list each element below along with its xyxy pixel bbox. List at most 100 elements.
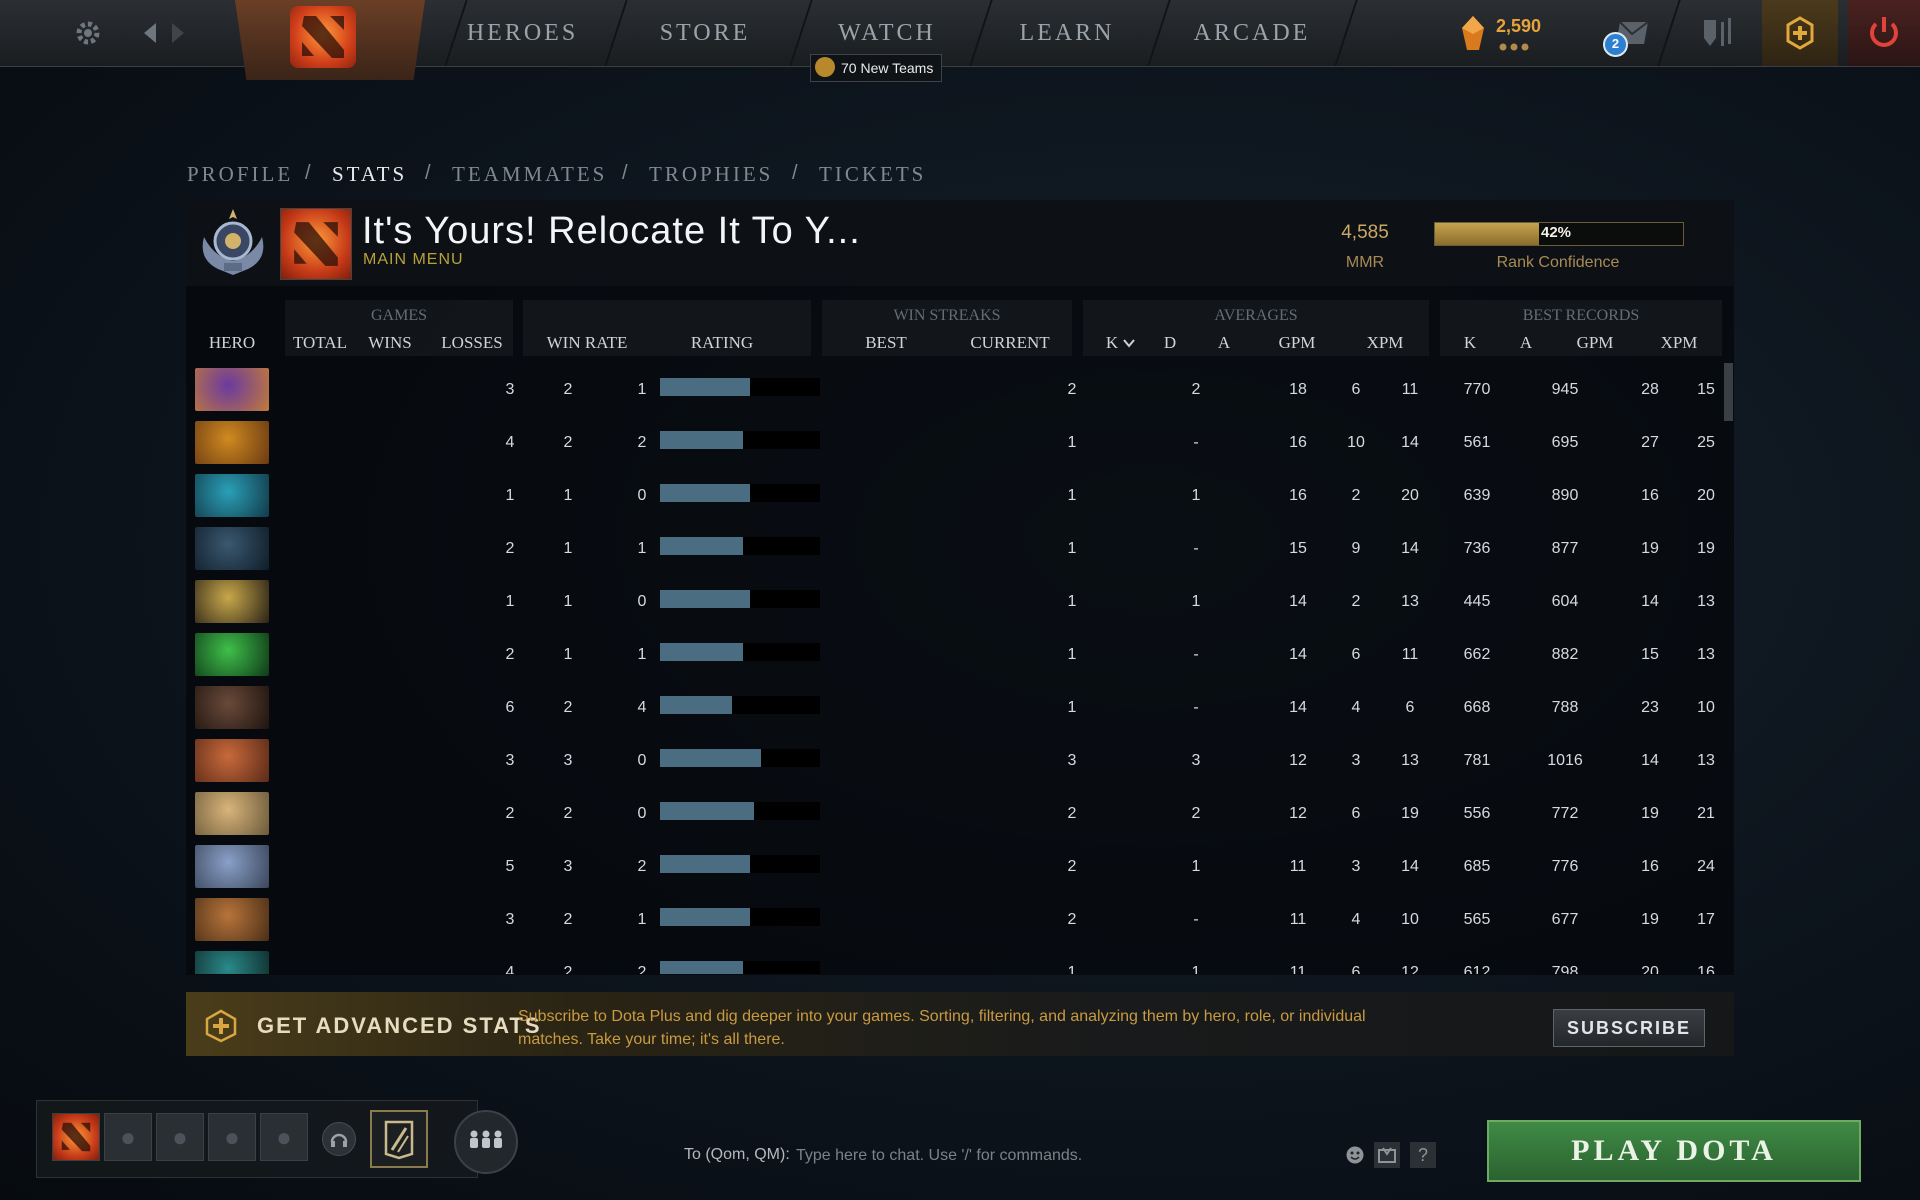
cell-wins: 1	[563, 540, 573, 557]
col-total[interactable]: TOTAL	[290, 333, 350, 353]
table-row[interactable]: 21150.0%1-159147368771919754915	[186, 522, 1734, 575]
table-row[interactable]: 110100.0%11142134456041413445604	[186, 575, 1734, 628]
hero-portrait[interactable]	[195, 527, 269, 570]
cell-xpm: 882	[1551, 646, 1579, 663]
table-row[interactable]: 42250.0%11116126127982016731829	[186, 946, 1734, 974]
col-avg-xpm[interactable]: XPM	[1360, 333, 1410, 353]
trophy-icon	[815, 57, 835, 77]
tab-tickets[interactable]: TICKETS	[819, 162, 926, 187]
headset-icon[interactable]	[322, 1122, 356, 1156]
table-row[interactable]: 220100.0%22126195567721921650939	[186, 787, 1734, 840]
table-row[interactable]: 62433.3%1-14466687882310774952	[186, 681, 1734, 734]
tab-stats[interactable]: STATS	[332, 162, 407, 187]
quit-tab[interactable]	[1848, 0, 1920, 66]
hero-portrait[interactable]	[195, 474, 269, 517]
hero-portrait[interactable]	[195, 368, 269, 411]
subscribe-button[interactable]: SUBSCRIBE	[1553, 1009, 1705, 1047]
chat-input[interactable]	[794, 1138, 1318, 1174]
cell-k: 16	[1289, 434, 1307, 451]
cell-xpm: 604	[1551, 593, 1579, 610]
mail-count-badge: 2	[1603, 32, 1628, 57]
party-slot-empty[interactable]: ●	[104, 1113, 152, 1161]
avatar[interactable]	[280, 208, 352, 280]
cell-ba: 24	[1697, 858, 1715, 875]
col-wins[interactable]: WINS	[360, 333, 420, 353]
sort-chevron-down-icon[interactable]	[1122, 336, 1136, 355]
tab-trophies[interactable]: TROPHIES	[649, 162, 773, 187]
tab-profile[interactable]: PROFILE	[187, 162, 293, 187]
chat-channels-icon[interactable]	[454, 1110, 518, 1174]
col-best-gpm[interactable]: GPM	[1570, 333, 1620, 353]
hero-portrait[interactable]	[195, 421, 269, 464]
news-badge[interactable]: 70 New Teams	[810, 54, 943, 82]
dota-plus-tab[interactable]	[1762, 0, 1838, 66]
party-slot-empty[interactable]: ●	[156, 1113, 204, 1161]
hero-stats-table[interactable]: 32166.7%221861177094528158561037 42250.0%…	[186, 363, 1734, 974]
table-row[interactable]: 330100.0%3312313781101614138071095	[186, 734, 1734, 787]
hero-portrait[interactable]	[195, 580, 269, 623]
cell-best: 2	[1067, 911, 1077, 928]
battle-pass-icon[interactable]	[370, 1110, 428, 1168]
hero-portrait[interactable]	[195, 845, 269, 888]
col-best-assists[interactable]: A	[1514, 333, 1538, 353]
cell-best: 2	[1067, 858, 1077, 875]
table-row[interactable]: 42250.0%1-1610145616952725683801	[186, 416, 1734, 469]
table-row[interactable]: 110100.0%11162206398901620639890	[186, 469, 1734, 522]
tab-teammates[interactable]: TEAMMATES	[452, 162, 607, 187]
nav-arcade[interactable]: ARCADE	[1182, 0, 1322, 66]
cell-wins: 2	[563, 805, 573, 822]
rank-medal-icon[interactable]	[196, 207, 270, 279]
cell-total: 5	[505, 858, 515, 875]
armory-icon[interactable]	[1695, 0, 1741, 66]
hero-portrait[interactable]	[195, 739, 269, 782]
col-avg-deaths[interactable]: D	[1158, 333, 1182, 353]
cell-losses: 1	[637, 540, 647, 557]
table-row[interactable]: 32166.7%221861177094528158561037	[186, 363, 1734, 416]
rating-bar-fill	[660, 590, 750, 608]
cell-a: 10	[1401, 911, 1419, 928]
table-row[interactable]: 21150.0%1-146116628821513720936	[186, 628, 1734, 681]
play-dota-button[interactable]: PLAY DOTA	[1487, 1120, 1861, 1182]
table-row[interactable]: 32166.7%2-114105656771917656868	[186, 893, 1734, 946]
col-avg-assists[interactable]: A	[1212, 333, 1236, 353]
cell-current: -	[1193, 434, 1199, 451]
cell-ba: 16	[1697, 964, 1715, 974]
hero-portrait[interactable]	[195, 686, 269, 729]
back-arrow-icon[interactable]	[140, 0, 160, 66]
nav-heroes[interactable]: HEROES	[460, 0, 585, 66]
nav-store[interactable]: STORE	[640, 0, 770, 66]
col-rating[interactable]: RATING	[682, 333, 762, 353]
party-slot-self[interactable]	[52, 1113, 100, 1161]
col-win-rate[interactable]: WIN RATE	[537, 333, 637, 353]
hero-portrait[interactable]	[195, 898, 269, 941]
chat-help-icon[interactable]: ?	[1410, 1142, 1436, 1168]
hero-portrait[interactable]	[195, 951, 269, 974]
col-avg-gpm[interactable]: GPM	[1272, 333, 1322, 353]
col-avg-kills[interactable]: K	[1100, 333, 1124, 353]
emoji-icon[interactable]	[1342, 1142, 1368, 1168]
nav-learn[interactable]: LEARN	[1002, 0, 1132, 66]
dota-logo-icon[interactable]	[290, 6, 356, 68]
table-scrollbar[interactable]	[1724, 363, 1733, 421]
forward-arrow-icon[interactable]	[168, 0, 188, 66]
col-best-xpm[interactable]: XPM	[1654, 333, 1704, 353]
chat-wheel-icon[interactable]	[1374, 1142, 1400, 1168]
cell-bk: 15	[1641, 646, 1659, 663]
col-hero[interactable]: HERO	[202, 333, 262, 353]
gear-icon[interactable]	[68, 0, 108, 66]
cell-a: 14	[1401, 434, 1419, 451]
mmr-value: 4,585	[1341, 222, 1389, 243]
party-slot-empty[interactable]: ●	[208, 1113, 256, 1161]
cell-a: 19	[1401, 805, 1419, 822]
col-current-streak[interactable]: CURRENT	[960, 333, 1060, 353]
cell-k: 12	[1289, 805, 1307, 822]
hero-portrait[interactable]	[195, 792, 269, 835]
cell-d: 4	[1351, 911, 1361, 928]
col-best-kills[interactable]: K	[1458, 333, 1482, 353]
col-losses[interactable]: LOSSES	[436, 333, 508, 353]
party-slot-empty[interactable]: ●	[260, 1113, 308, 1161]
col-best-streak[interactable]: BEST	[856, 333, 916, 353]
cell-ba: 15	[1697, 381, 1715, 398]
table-row[interactable]: 53260.0%21113146857761624741816	[186, 840, 1734, 893]
hero-portrait[interactable]	[195, 633, 269, 676]
